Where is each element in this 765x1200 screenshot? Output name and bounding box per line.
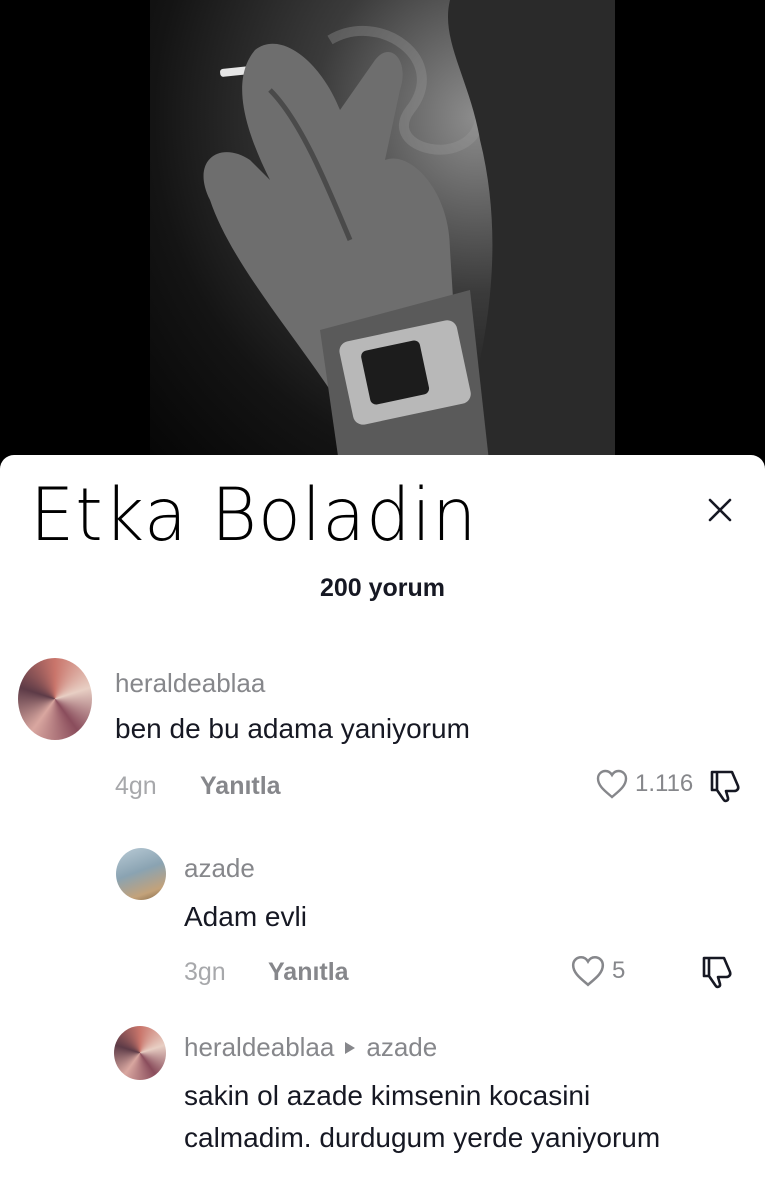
like-count: 5 (612, 957, 626, 984)
cover-photo-area (0, 0, 765, 470)
comment-time: 3gn (184, 958, 226, 986)
page-title: Etka Boladin (30, 471, 478, 559)
reply-to-username[interactable]: azade (366, 1032, 437, 1063)
comment-username[interactable]: heraldeablaa (184, 1032, 334, 1063)
reply-button[interactable]: Yanıtla (200, 772, 281, 801)
avatar[interactable] (114, 1026, 166, 1080)
close-icon (708, 498, 732, 522)
cover-photo-illustration (203, 0, 615, 470)
heart-outline-icon (596, 769, 628, 799)
dislike-button[interactable] (706, 768, 744, 809)
avatar[interactable] (116, 848, 166, 900)
comment-text: ben de bu adama yaniyorum (115, 713, 470, 744)
comment-text: Adam evli (184, 901, 307, 932)
like-button[interactable]: 5 (570, 954, 625, 988)
comment-time: 4gn (115, 772, 157, 800)
like-button[interactable]: 1.116 (595, 768, 693, 800)
cover-photo (150, 0, 615, 470)
comment-text: sakin ol azade kimsenin kocasini calmadi… (184, 1080, 661, 1153)
comment-username-row: heraldeablaa azade (184, 1032, 437, 1063)
comment-username[interactable]: heraldeablaa (115, 668, 265, 699)
comment-count: 200 yorum (319, 574, 446, 602)
thumbs-down-icon (702, 956, 732, 989)
comment-username[interactable]: azade (184, 853, 255, 884)
close-button[interactable] (698, 488, 742, 532)
dislike-button[interactable] (698, 954, 736, 995)
heart-outline-icon (571, 955, 605, 987)
triangle-right-icon (345, 1041, 356, 1054)
avatar[interactable] (18, 658, 92, 740)
reply-button[interactable]: Yanıtla (268, 958, 349, 987)
thumbs-down-icon (710, 770, 740, 803)
like-count: 1.116 (635, 770, 694, 797)
